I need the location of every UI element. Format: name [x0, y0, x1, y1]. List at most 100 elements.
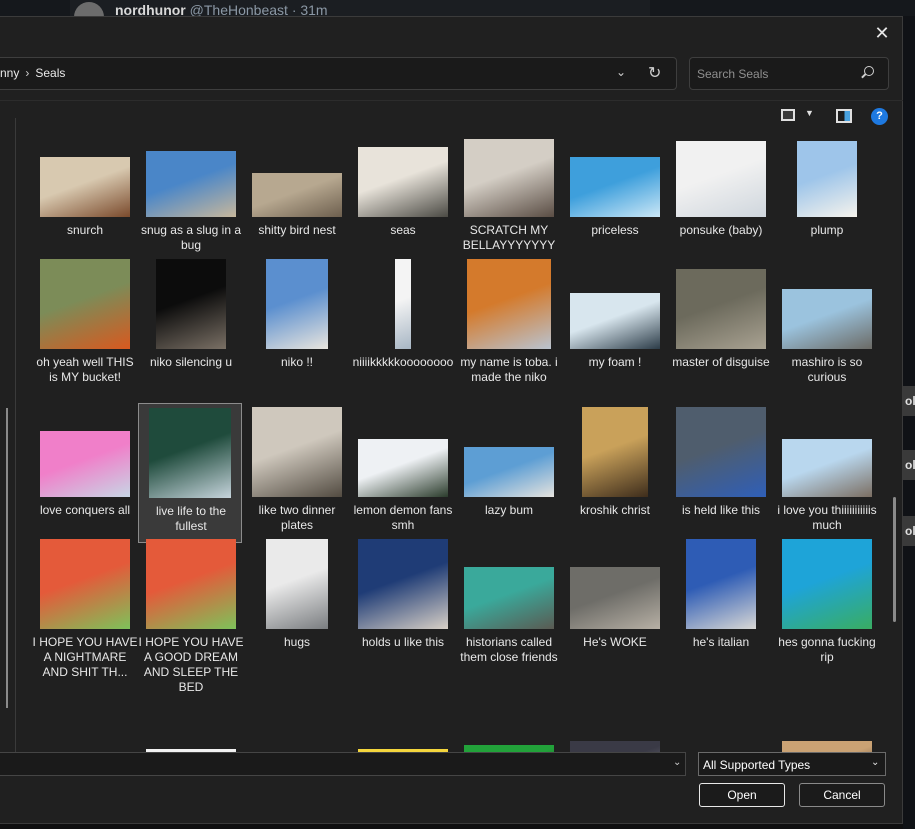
file-thumbnail[interactable]	[676, 141, 766, 217]
file-thumbnail[interactable]	[146, 151, 236, 217]
filetype-select[interactable]: All Supported Types ⌄	[698, 752, 886, 776]
file-thumbnail[interactable]	[252, 407, 342, 497]
file-tile[interactable]: he's italian	[668, 539, 774, 665]
view-options-chevron-down-icon[interactable]: ▼	[805, 108, 814, 118]
file-tile[interactable]: master of disguise	[668, 259, 774, 385]
file-thumbnail[interactable]	[570, 567, 660, 629]
search-input[interactable]	[697, 65, 857, 83]
file-thumbnail[interactable]	[676, 269, 766, 349]
search-icon[interactable]	[864, 66, 874, 76]
file-thumbnail[interactable]	[782, 539, 872, 629]
file-grid: snurch snug as a slug in a bug shitty bird…	[0, 127, 890, 755]
file-tile[interactable]: oh yeah well THIS is MY bucket!	[32, 259, 138, 385]
file-thumbnail[interactable]	[686, 539, 756, 629]
filetype-value: All Supported Types	[703, 758, 811, 772]
file-tile[interactable]: niko silencing u	[138, 259, 244, 385]
file-thumbnail[interactable]	[676, 407, 766, 497]
file-tile[interactable]	[32, 701, 138, 755]
file-tile[interactable]: love conquers all	[32, 407, 138, 533]
file-tile[interactable]: like two dinner plates	[244, 407, 350, 533]
file-tile[interactable]	[562, 701, 668, 755]
file-tile[interactable]: SCRATCH MY BELLAYYYYYYY	[456, 127, 562, 253]
file-tile[interactable]: niiiikkkkkoooooooo	[350, 259, 456, 385]
file-tile[interactable]: shitty bird nest	[244, 127, 350, 253]
breadcrumb: nny › Seals	[0, 66, 65, 80]
thumbnail-view-icon[interactable]	[781, 109, 795, 121]
file-tile[interactable]: He's WOKE	[562, 539, 668, 665]
file-tile[interactable]: i love you thiiiiiiiiiiis much	[774, 407, 880, 533]
file-thumbnail[interactable]	[252, 173, 342, 217]
file-tile[interactable]: niko !!	[244, 259, 350, 385]
file-thumbnail[interactable]	[782, 439, 872, 497]
preview-pane-icon[interactable]	[836, 109, 852, 123]
file-tile[interactable]: lemon demon fans smh	[350, 407, 456, 533]
file-tile[interactable]: hugs	[244, 539, 350, 665]
close-button[interactable]: ✕	[868, 21, 896, 45]
file-tile[interactable]: hes gonna fucking rip	[774, 539, 880, 665]
file-thumbnail[interactable]	[570, 293, 660, 349]
file-thumbnail[interactable]	[467, 259, 551, 349]
file-tile[interactable]: lazy bum	[456, 407, 562, 533]
file-thumbnail[interactable]	[156, 259, 226, 349]
file-thumbnail[interactable]	[40, 431, 130, 497]
file-thumbnail[interactable]	[464, 447, 554, 497]
file-tile[interactable]: my name is toba. i made the niko	[456, 259, 562, 385]
file-thumbnail[interactable]	[782, 289, 872, 349]
file-tile[interactable]: is held like this	[668, 407, 774, 533]
file-tile[interactable]: kroshik christ	[562, 407, 668, 533]
file-tile[interactable]: live life to the fullest	[138, 403, 242, 543]
address-history-chevron-down-icon[interactable]: ⌄	[616, 65, 626, 79]
file-tile[interactable]	[244, 701, 350, 755]
file-thumbnail[interactable]	[266, 259, 328, 349]
file-tile[interactable]: snug as a slug in a bug	[138, 127, 244, 253]
address-bar[interactable]: nny › Seals ⌄ ↻	[0, 57, 677, 90]
refresh-icon[interactable]: ↻	[648, 63, 661, 83]
open-button[interactable]: Open	[699, 783, 785, 807]
file-tile[interactable]: holds u like this	[350, 539, 456, 665]
filename-chevron-down-icon[interactable]: ⌄	[673, 757, 681, 768]
file-thumbnail[interactable]	[149, 408, 231, 498]
file-label: snurch	[66, 223, 104, 237]
file-tile[interactable]: snurch	[32, 127, 138, 253]
file-grid-scrollbar[interactable]	[893, 497, 896, 622]
file-tile[interactable]	[350, 701, 456, 755]
file-thumbnail[interactable]	[464, 139, 554, 217]
help-icon[interactable]: ?	[871, 108, 888, 125]
file-thumbnail[interactable]	[40, 539, 130, 629]
file-thumbnail[interactable]	[570, 157, 660, 217]
file-thumbnail[interactable]	[146, 539, 236, 629]
file-tile[interactable]: ponsuke (baby)	[668, 127, 774, 253]
file-thumbnail[interactable]	[582, 407, 648, 497]
file-thumbnail[interactable]	[266, 539, 328, 629]
file-thumbnail[interactable]	[797, 141, 857, 217]
file-label: I HOPE YOU HAVE A GOOD DREAM AND SLEEP T…	[138, 635, 244, 694]
file-thumbnail[interactable]	[358, 147, 448, 217]
file-thumbnail[interactable]	[395, 259, 411, 349]
file-tile[interactable]: mashiro is so curious	[774, 259, 880, 385]
file-label: kroshik christ	[579, 503, 650, 517]
file-tile[interactable]: I HOPE YOU HAVE A NIGHTMARE AND SHIT TH.…	[32, 539, 138, 679]
file-tile[interactable]	[774, 701, 880, 755]
file-tile[interactable]: priceless	[562, 127, 668, 253]
file-tile[interactable]: plump	[774, 127, 880, 253]
breadcrumb-item-current[interactable]: Seals	[35, 66, 65, 80]
file-thumbnail[interactable]	[358, 439, 448, 497]
search-box[interactable]	[689, 57, 889, 90]
file-open-dialog: ✕ nny › Seals ⌄ ↻ ▼ ? snurch snug as a slug…	[0, 16, 903, 824]
filename-field[interactable]: ⌄	[0, 752, 686, 776]
file-tile[interactable]: historians called them close friends	[456, 539, 562, 665]
file-tile[interactable]	[668, 701, 774, 755]
file-thumbnail[interactable]	[40, 259, 130, 349]
file-tile[interactable]	[138, 701, 244, 755]
breadcrumb-item[interactable]: nny	[0, 66, 19, 80]
file-thumbnail[interactable]	[358, 539, 448, 629]
file-tile[interactable]: my foam !	[562, 259, 668, 385]
breadcrumb-separator[interactable]: ›	[25, 66, 29, 80]
file-tile[interactable]: I HOPE YOU HAVE A GOOD DREAM AND SLEEP T…	[138, 539, 244, 694]
file-tile[interactable]: seas	[350, 127, 456, 253]
file-label: hugs	[283, 635, 311, 649]
file-thumbnail[interactable]	[464, 567, 554, 629]
file-thumbnail[interactable]	[40, 157, 130, 217]
file-tile[interactable]	[456, 701, 562, 755]
cancel-button[interactable]: Cancel	[799, 783, 885, 807]
